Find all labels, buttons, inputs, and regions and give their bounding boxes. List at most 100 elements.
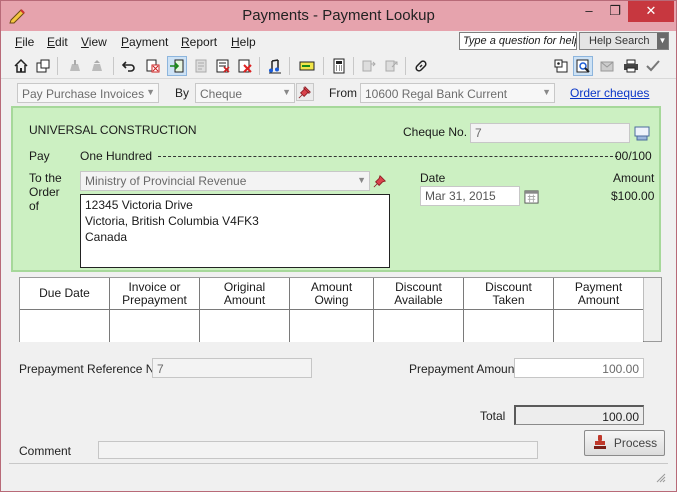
col-payment-amount[interactable]: Payment Amount (554, 278, 644, 309)
cell-payment-amount[interactable] (554, 310, 644, 342)
cell-discount-taken[interactable] (464, 310, 554, 342)
payee-address[interactable]: 12345 Victoria Drive Victoria, British C… (80, 194, 390, 268)
undo-icon[interactable] (119, 56, 139, 76)
help-question-input[interactable]: Type a question for help (459, 32, 577, 50)
reverse-icon (191, 56, 211, 76)
col-amount-owing[interactable]: Amount Owing (290, 278, 374, 309)
adjust-icon[interactable] (167, 56, 187, 76)
date-field[interactable]: Mar 31, 2015 (420, 186, 520, 206)
from-label: From (329, 86, 357, 100)
grid-scrollbar[interactable] (643, 278, 661, 341)
payments-window: Payments - Payment Lookup – ❐ ✕ File Edi… (0, 0, 677, 492)
payee-pushpin-icon[interactable] (371, 172, 389, 190)
payee-select[interactable]: Ministry of Provincial Revenue ▼ (80, 171, 370, 191)
home-icon[interactable] (11, 56, 31, 76)
col-due-date[interactable]: Due Date (20, 278, 110, 309)
link-icon[interactable] (411, 56, 431, 76)
invoice-grid: Due Date Invoice or Prepayment Original Am… (19, 277, 662, 342)
prepayment-ref-field[interactable]: 7 (152, 358, 312, 378)
comment-label: Comment (19, 444, 72, 458)
cell-discount-available[interactable] (374, 310, 464, 342)
cheque-print-icon[interactable] (632, 123, 652, 143)
cents-text: 00/100 (615, 149, 652, 163)
filter-row: Pay Purchase Invoices ▼ By Cheque ▼ From… (1, 81, 676, 105)
chevron-down-icon: ▼ (542, 87, 551, 97)
calendar-icon[interactable] (522, 187, 540, 205)
maximize-button[interactable]: ❐ (602, 1, 628, 22)
pushpin-icon[interactable] (296, 83, 314, 101)
export-icon (381, 56, 401, 76)
checkmark-icon (643, 56, 663, 76)
menu-help[interactable]: Help (231, 35, 256, 49)
grid-header-row: Due Date Invoice or Prepayment Original Am… (20, 278, 644, 310)
menu-file[interactable]: File (15, 35, 34, 49)
address-line-1: 12345 Victoria Drive (85, 198, 193, 212)
company-name: UNIVERSAL CONSTRUCTION (29, 123, 197, 137)
preview-icon[interactable] (573, 56, 593, 76)
payee-value: Ministry of Provincial Revenue (85, 174, 247, 188)
windows-icon[interactable] (33, 56, 53, 76)
comment-field[interactable] (98, 441, 538, 459)
lookup-icon[interactable] (143, 56, 163, 76)
status-bar (9, 463, 668, 485)
email-icon (597, 56, 617, 76)
process-label: Process (613, 436, 658, 450)
remove-icon[interactable] (213, 56, 233, 76)
amount-in-words: One Hundred (80, 149, 153, 163)
title-bar: Payments - Payment Lookup – ❐ ✕ (1, 1, 676, 31)
resize-grip-icon[interactable] (656, 473, 666, 483)
to-order-label-1: To the (29, 171, 62, 185)
transaction-type-select[interactable]: Pay Purchase Invoices ▼ (17, 83, 159, 103)
payment-method-value: Cheque (200, 87, 243, 101)
payment-method-select[interactable]: Cheque ▼ (195, 83, 295, 103)
to-order-label-3: of (29, 199, 40, 213)
menu-payment[interactable]: Payment (121, 35, 168, 49)
order-cheques-link[interactable]: Order cheques (570, 86, 649, 100)
help-search-button[interactable]: Help Search ▼ (579, 32, 669, 50)
cell-original-amount[interactable] (200, 310, 290, 342)
col-discount-taken[interactable]: Discount Taken (464, 278, 554, 309)
record-details-icon[interactable] (551, 56, 571, 76)
process-button[interactable]: Process (584, 430, 665, 456)
delete-icon[interactable] (235, 56, 255, 76)
date-label: Date (420, 171, 446, 185)
cheque-no-field[interactable]: 7 (470, 123, 630, 143)
amount-label: Amount (613, 171, 655, 185)
calculator-icon[interactable] (329, 56, 349, 76)
print-icon[interactable] (621, 56, 641, 76)
journal-entry-icon[interactable] (265, 56, 285, 76)
recall-note-icon[interactable] (297, 56, 317, 76)
chevron-down-icon: ▼ (146, 87, 155, 97)
prepayment-amount-field[interactable]: 100.00 (514, 358, 644, 378)
pay-label: Pay (29, 149, 50, 163)
menu-report[interactable]: Report (181, 35, 217, 49)
cell-amount-owing[interactable] (290, 310, 374, 342)
col-original-amount[interactable]: Original Amount (200, 278, 290, 309)
by-label: By (175, 86, 190, 100)
menu-bar: File Edit View Payment Report Help Type … (1, 31, 676, 52)
cell-invoice[interactable] (110, 310, 200, 342)
from-account-select[interactable]: 10600 Regal Bank Current ▼ (360, 83, 555, 103)
stamp-icon (592, 434, 608, 453)
from-account-value: 10600 Regal Bank Current (365, 87, 508, 101)
help-search-dropdown-icon[interactable]: ▼ (657, 33, 668, 49)
store-icon (65, 56, 85, 76)
minimize-button[interactable]: – (576, 1, 602, 22)
col-invoice-or-prepayment[interactable]: Invoice or Prepayment (110, 278, 200, 309)
cheque-amount: $100.00 (611, 189, 655, 203)
col-discount-available[interactable]: Discount Available (374, 278, 464, 309)
toolbar (1, 53, 676, 79)
total-label: Total (480, 409, 506, 423)
address-line-3: Canada (85, 230, 128, 244)
chevron-down-icon: ▼ (282, 87, 291, 97)
close-button[interactable]: ✕ (628, 1, 674, 22)
total-field: 100.00 (514, 405, 644, 425)
window-title: Payments - Payment Lookup (242, 7, 435, 24)
table-row[interactable] (20, 310, 644, 342)
cheque-no-label: Cheque No. (403, 125, 468, 139)
menu-edit[interactable]: Edit (47, 35, 68, 49)
to-order-label-2: Order (29, 185, 60, 199)
amount-words-line (158, 156, 618, 157)
cell-due-date[interactable] (20, 310, 110, 342)
menu-view[interactable]: View (81, 35, 107, 49)
